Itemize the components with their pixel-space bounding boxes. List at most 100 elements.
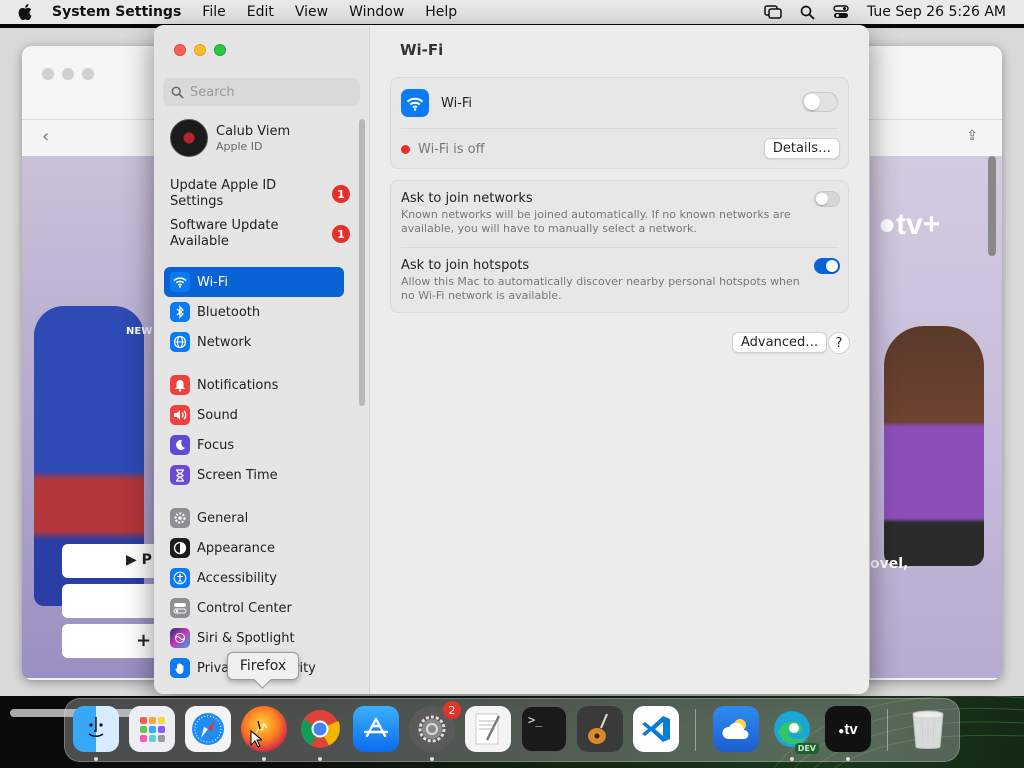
globe-icon xyxy=(170,332,190,352)
wifi-settings-pane: Wi-Fi Wi-Fi Wi-Fi is off Details… Ask to… xyxy=(370,25,869,694)
browser-back-icon[interactable]: ‹ xyxy=(42,126,49,147)
gear-icon xyxy=(170,508,190,528)
sidebar-item-label: Bluetooth xyxy=(197,304,261,320)
firefox-icon[interactable] xyxy=(241,706,287,752)
menu-edit[interactable]: Edit xyxy=(247,4,274,20)
dock-separator xyxy=(695,709,696,751)
wifi-icon xyxy=(170,272,190,292)
appearance-icon xyxy=(170,538,190,558)
search-input[interactable] xyxy=(190,84,350,100)
details-button[interactable]: Details… xyxy=(763,138,840,159)
menu-window[interactable]: Window xyxy=(349,4,404,20)
menu-file[interactable]: File xyxy=(202,4,225,20)
wifi-status-row: Wi-Fi is off Details… xyxy=(391,129,848,169)
hero-secondary-button[interactable] xyxy=(62,584,162,618)
sidebar-item-notifications[interactable]: Notifications xyxy=(164,370,344,400)
sidebar-item-control-center[interactable]: Control Center xyxy=(164,593,344,623)
apple-tv-icon[interactable]: ●tv xyxy=(825,706,871,752)
window-minimize-button[interactable] xyxy=(194,44,206,56)
bell-icon xyxy=(170,375,190,395)
running-indicator xyxy=(790,757,794,761)
window-zoom-button[interactable] xyxy=(214,44,226,56)
sidebar-search[interactable] xyxy=(163,78,360,106)
browser-window-controls[interactable] xyxy=(42,68,94,80)
textedit-icon[interactable] xyxy=(465,706,511,752)
control-center-icon xyxy=(170,598,190,618)
sidebar-item-appearance[interactable]: Appearance xyxy=(164,533,344,563)
notice-label: Software Update Available xyxy=(170,218,279,249)
menu-view[interactable]: View xyxy=(295,4,328,20)
sidebar-item-label: Appearance xyxy=(197,540,276,556)
mouse-cursor-icon xyxy=(250,730,262,748)
settings-sidebar: Calub Viem Apple ID Update Apple ID Sett… xyxy=(154,25,370,694)
hero-caption-text: ovel, xyxy=(870,556,909,572)
menubar-clock[interactable]: Tue Sep 26 5:26 AM xyxy=(867,4,1006,20)
avatar xyxy=(170,119,208,157)
status-dot-icon xyxy=(401,144,410,154)
sidebar-item-screen-time[interactable]: Screen Time xyxy=(164,460,344,490)
weather-icon[interactable] xyxy=(713,706,759,752)
search-icon xyxy=(171,86,184,99)
window-close-button[interactable] xyxy=(174,44,186,56)
sidebar-scrollbar[interactable] xyxy=(359,119,365,406)
launchpad-icon[interactable] xyxy=(129,706,175,752)
running-indicator xyxy=(94,757,98,761)
software-update-item[interactable]: Software Update Available 1 xyxy=(170,218,350,250)
hero-add-button[interactable]: + xyxy=(62,624,162,658)
edge-dev-icon[interactable]: DEV xyxy=(769,706,819,754)
sidebar-item-sound[interactable]: Sound xyxy=(164,400,344,430)
hero-play-button[interactable]: ▶ P xyxy=(62,544,162,578)
wifi-card: Wi-Fi Wi-Fi is off Details… xyxy=(390,77,849,169)
trash-icon[interactable] xyxy=(905,706,951,752)
chrome-icon[interactable] xyxy=(297,706,343,752)
wifi-toggle-row: Wi-Fi xyxy=(391,78,848,128)
sidebar-item-label: Network xyxy=(197,334,252,350)
menu-help[interactable]: Help xyxy=(425,4,457,20)
system-settings-icon[interactable]: 2 xyxy=(409,701,461,752)
sidebar-item-general[interactable]: General xyxy=(164,503,344,533)
screen-mirroring-icon[interactable] xyxy=(764,5,782,19)
update-apple-id-settings-item[interactable]: Update Apple ID Settings 1 xyxy=(170,178,350,210)
help-button[interactable]: ? xyxy=(828,332,850,354)
apple-menu-icon[interactable] xyxy=(18,4,34,20)
bluetooth-icon xyxy=(170,302,190,322)
sidebar-item-network[interactable]: Network xyxy=(164,327,344,357)
safari-icon[interactable] xyxy=(185,706,231,752)
wifi-toggle[interactable] xyxy=(802,92,838,112)
dock-tooltip: Firefox xyxy=(227,652,299,680)
account-subtitle: Apple ID xyxy=(216,139,263,153)
sidebar-item-label: Control Center xyxy=(197,600,292,616)
window-controls xyxy=(174,44,226,56)
ask-join-networks-toggle[interactable] xyxy=(814,191,840,207)
advanced-button[interactable]: Advanced… xyxy=(732,332,828,353)
sidebar-item-focus[interactable]: Focus xyxy=(164,430,344,460)
dock: 2 >_ DEV ●tv xyxy=(64,698,960,762)
ask-join-hotspots-row: Ask to join hotspots Allow this Mac to a… xyxy=(391,248,848,314)
garageband-icon[interactable] xyxy=(577,706,623,752)
running-indicator xyxy=(262,757,266,761)
spotlight-search-icon[interactable] xyxy=(800,5,815,20)
app-store-icon[interactable] xyxy=(353,706,399,752)
account-name: Calub Viem xyxy=(216,123,291,139)
system-settings-window: Calub Viem Apple ID Update Apple ID Sett… xyxy=(154,25,869,694)
sidebar-item-label: Wi-Fi xyxy=(197,274,229,290)
browser-share-icon[interactable]: ⇪ xyxy=(966,128,978,144)
sidebar-item-bluetooth[interactable]: Bluetooth xyxy=(164,297,344,327)
menu-app-name[interactable]: System Settings xyxy=(52,4,181,20)
apple-id-account[interactable]: Calub Viem Apple ID xyxy=(170,119,290,157)
sidebar-item-wifi[interactable]: Wi-Fi xyxy=(164,267,344,297)
browser-scrollbar[interactable] xyxy=(988,156,996,256)
accessibility-icon xyxy=(170,568,190,588)
wifi-large-icon xyxy=(401,89,429,117)
apple-logo-icon: ● xyxy=(878,208,897,241)
dev-badge: DEV xyxy=(794,743,819,754)
terminal-icon[interactable]: >_ xyxy=(521,706,567,752)
finder-icon[interactable] xyxy=(73,706,119,752)
ask-join-hotspots-toggle[interactable] xyxy=(814,258,840,274)
wifi-label: Wi-Fi xyxy=(441,95,473,111)
sidebar-item-siri-spotlight[interactable]: Siri & Spotlight xyxy=(164,623,344,653)
hero-new-label: NEW xyxy=(126,326,153,337)
control-center-menu-icon[interactable] xyxy=(833,5,849,19)
sidebar-item-accessibility[interactable]: Accessibility xyxy=(164,563,344,593)
vscode-icon[interactable] xyxy=(633,706,679,752)
